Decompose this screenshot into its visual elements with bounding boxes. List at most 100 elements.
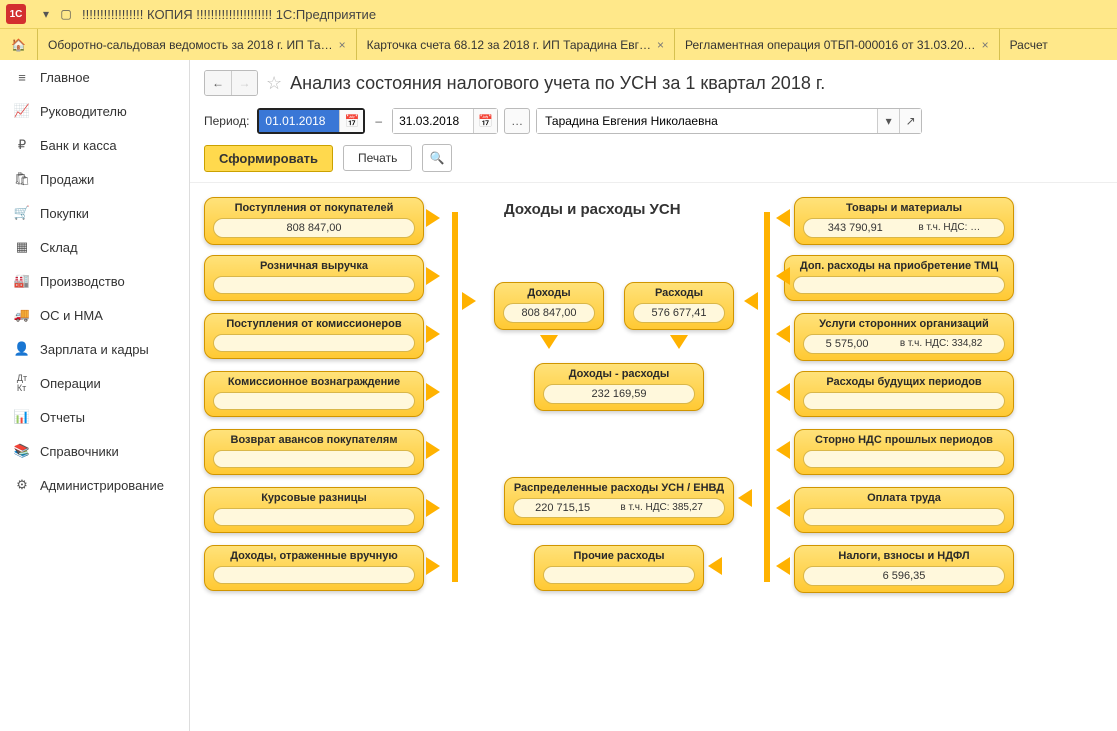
node-title: Доходы <box>495 283 603 301</box>
search-list-button[interactable]: 🔍 <box>422 144 452 172</box>
tab-osv[interactable]: Оборотно-сальдовая ведомость за 2018 г. … <box>38 29 357 60</box>
node-value <box>543 566 695 584</box>
favorite-star-icon[interactable]: ☆ <box>266 73 282 94</box>
sidebar-item-sales[interactable]: 🛍Продажи <box>0 162 189 196</box>
org-input[interactable] <box>537 109 877 133</box>
node-left-3[interactable]: Комиссионное вознаграждение <box>204 371 424 417</box>
node-dist[interactable]: Распределенные расходы УСН / ЕНВД 220 71… <box>504 477 734 525</box>
tab-regop[interactable]: Регламентная операция 0ТБП-000016 от 31.… <box>675 29 1000 60</box>
sidebar-item-label: Покупки <box>40 206 89 221</box>
node-left-0[interactable]: Поступления от покупателей 808 847,00 <box>204 197 424 245</box>
sidebar-item-os[interactable]: 🚚ОС и НМА <box>0 298 189 332</box>
arrow-icon <box>462 292 476 310</box>
node-expenses[interactable]: Расходы 576 677,41 <box>624 282 734 330</box>
node-right-1[interactable]: Доп. расходы на приобретение ТМЦ <box>784 255 1014 301</box>
dropdown-icon[interactable]: ▾ <box>877 109 899 133</box>
node-value <box>793 276 1005 294</box>
node-left-1[interactable]: Розничная выручка <box>204 255 424 301</box>
sidebar-item-main[interactable]: ≡ Главное <box>0 60 189 94</box>
period-toolbar: Период: 📅 – 📅 … ▾ ↗ <box>190 102 1117 140</box>
node-title: Расходы будущих периодов <box>795 372 1013 390</box>
menu-icon: ≡ <box>14 69 30 85</box>
page-title: Анализ состояния налогового учета по УСН… <box>290 73 825 94</box>
node-title: Возврат авансов покупателям <box>205 430 423 448</box>
title-bar: 1C ▾ ▢ !!!!!!!!!!!!!!!!! КОПИЯ !!!!!!!!!… <box>0 0 1117 28</box>
date-to-field[interactable]: 📅 <box>392 108 498 134</box>
sidebar-item-reports[interactable]: 📊Отчеты <box>0 400 189 434</box>
close-icon[interactable]: × <box>339 38 346 52</box>
node-value: 343 790,91в т.ч. НДС: … <box>803 218 1005 238</box>
node-diff[interactable]: Доходы - расходы 232 169,59 <box>534 363 704 411</box>
node-right-4[interactable]: Сторно НДС прошлых периодов <box>794 429 1014 475</box>
close-icon[interactable]: × <box>657 38 664 52</box>
node-title: Курсовые разницы <box>205 488 423 506</box>
node-incomes[interactable]: Доходы 808 847,00 <box>494 282 604 330</box>
node-right-6[interactable]: Налоги, взносы и НДФЛ 6 596,35 <box>794 545 1014 593</box>
sidebar-item-salary[interactable]: 👤Зарплата и кадры <box>0 332 189 366</box>
dtkt-icon: ДтКт <box>14 375 30 391</box>
node-left-5[interactable]: Курсовые разницы <box>204 487 424 533</box>
tab-card[interactable]: Карточка счета 68.12 за 2018 г. ИП Тарад… <box>357 29 675 60</box>
print-button[interactable]: Печать <box>343 145 412 171</box>
tab-calc[interactable]: Расчет <box>1000 29 1058 60</box>
sidebar-item-warehouse[interactable]: ▦Склад <box>0 230 189 264</box>
sidebar-item-label: Банк и касса <box>40 138 117 153</box>
arrow-icon <box>426 209 440 227</box>
tab-label: Расчет <box>1010 38 1048 52</box>
node-right-3[interactable]: Расходы будущих периодов <box>794 371 1014 417</box>
calendar-icon[interactable]: 📅 <box>339 110 363 132</box>
node-other[interactable]: Прочие расходы <box>534 545 704 591</box>
node-right-5[interactable]: Оплата труда <box>794 487 1014 533</box>
nav-back-button[interactable]: ← <box>205 71 231 95</box>
arrow-icon <box>776 325 790 343</box>
date-from-field[interactable]: 📅 <box>257 108 365 134</box>
period-select-button[interactable]: … <box>504 108 530 134</box>
node-title: Поступления от комиссионеров <box>205 314 423 332</box>
calendar-icon[interactable]: 📅 <box>473 109 497 133</box>
open-icon[interactable]: ↗ <box>899 109 921 133</box>
close-icon[interactable]: × <box>982 38 989 52</box>
tabs-bar: 🏠 Оборотно-сальдовая ведомость за 2018 г… <box>0 28 1117 60</box>
node-value: 808 847,00 <box>503 303 595 323</box>
tab-label: Оборотно-сальдовая ведомость за 2018 г. … <box>48 38 333 52</box>
node-title: Оплата труда <box>795 488 1013 506</box>
grid-icon: ▦ <box>14 239 30 255</box>
node-left-6[interactable]: Доходы, отраженные вручную <box>204 545 424 591</box>
date-to-input[interactable] <box>393 109 473 133</box>
sidebar-item-label: Продажи <box>40 172 94 187</box>
home-icon: 🏠 <box>11 38 26 52</box>
sidebar-item-bank[interactable]: ₽ Банк и касса <box>0 128 189 162</box>
sidebar-item-manager[interactable]: 📈Руководителю <box>0 94 189 128</box>
node-title: Товары и материалы <box>795 198 1013 216</box>
nav-forward-button[interactable]: → <box>231 71 257 95</box>
app-logo-icon: 1C <box>6 4 26 24</box>
date-from-input[interactable] <box>259 110 339 132</box>
chart-icon: 📈 <box>14 103 30 119</box>
node-left-4[interactable]: Возврат авансов покупателям <box>204 429 424 475</box>
node-value: 220 715,15в т.ч. НДС: 385,27 <box>513 498 725 518</box>
node-right-0[interactable]: Товары и материалы 343 790,91в т.ч. НДС:… <box>794 197 1014 245</box>
home-tab[interactable]: 🏠 <box>0 29 38 60</box>
form-button[interactable]: Сформировать <box>204 145 333 172</box>
sidebar-item-operations[interactable]: ДтКтОперации <box>0 366 189 400</box>
arrow-icon <box>708 557 722 575</box>
window-dropdown-icon[interactable]: ▾ <box>38 6 54 22</box>
sidebar-item-refs[interactable]: 📚Справочники <box>0 434 189 468</box>
window-collapse-icon[interactable]: ▢ <box>58 6 74 22</box>
sidebar-item-purchases[interactable]: 🛒Покупки <box>0 196 189 230</box>
content-area: ← → ☆ Анализ состояния налогового учета … <box>190 60 1117 731</box>
node-right-2[interactable]: Услуги сторонних организаций 5 575,00в т… <box>794 313 1014 361</box>
sidebar-item-label: ОС и НМА <box>40 308 103 323</box>
gear-icon: ⚙ <box>14 477 30 493</box>
ruble-icon: ₽ <box>14 137 30 153</box>
sidebar-item-admin[interactable]: ⚙Администрирование <box>0 468 189 502</box>
node-title: Доходы - расходы <box>535 364 703 382</box>
org-field[interactable]: ▾ ↗ <box>536 108 922 134</box>
sidebar: ≡ Главное 📈Руководителю ₽ Банк и касса 🛍Пр… <box>0 60 190 731</box>
arrow-icon <box>426 383 440 401</box>
sidebar-item-label: Главное <box>40 70 90 85</box>
node-value: 576 677,41 <box>633 303 725 323</box>
node-left-2[interactable]: Поступления от комиссионеров <box>204 313 424 359</box>
node-title: Комиссионное вознаграждение <box>205 372 423 390</box>
sidebar-item-production[interactable]: 🏭Производство <box>0 264 189 298</box>
